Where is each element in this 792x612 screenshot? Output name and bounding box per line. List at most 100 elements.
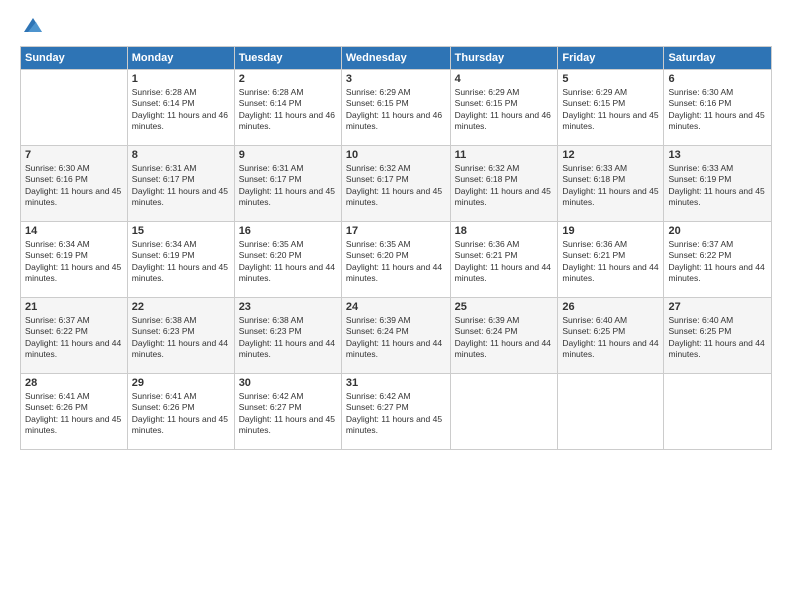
cell-info: Sunrise: 6:40 AMSunset: 6:25 PMDaylight:… <box>562 315 659 361</box>
cell-date: 5 <box>562 73 659 85</box>
calendar-cell: 29 Sunrise: 6:41 AMSunset: 6:26 PMDayligh… <box>127 374 234 450</box>
cell-date: 21 <box>25 301 123 313</box>
cell-date: 13 <box>668 149 767 161</box>
cell-info: Sunrise: 6:37 AMSunset: 6:22 PMDaylight:… <box>668 239 767 285</box>
cell-info: Sunrise: 6:28 AMSunset: 6:14 PMDaylight:… <box>132 87 230 133</box>
cell-info: Sunrise: 6:32 AMSunset: 6:18 PMDaylight:… <box>455 163 554 209</box>
cell-info: Sunrise: 6:28 AMSunset: 6:14 PMDaylight:… <box>239 87 337 133</box>
calendar-cell: 27 Sunrise: 6:40 AMSunset: 6:25 PMDayligh… <box>664 298 772 374</box>
cell-date: 31 <box>346 377 446 389</box>
calendar-cell: 15 Sunrise: 6:34 AMSunset: 6:19 PMDayligh… <box>127 222 234 298</box>
calendar-cell: 7 Sunrise: 6:30 AMSunset: 6:16 PMDaylight… <box>21 146 128 222</box>
week-row-1: 1 Sunrise: 6:28 AMSunset: 6:14 PMDaylight… <box>21 70 772 146</box>
cell-info: Sunrise: 6:29 AMSunset: 6:15 PMDaylight:… <box>455 87 554 133</box>
cell-info: Sunrise: 6:35 AMSunset: 6:20 PMDaylight:… <box>239 239 337 285</box>
cell-date: 17 <box>346 225 446 237</box>
header <box>20 18 772 36</box>
day-header-friday: Friday <box>558 47 664 70</box>
calendar-cell: 25Sunrise: 6:39 AMSunset: 6:24 PMDayligh… <box>450 298 558 374</box>
week-row-2: 7 Sunrise: 6:30 AMSunset: 6:16 PMDaylight… <box>21 146 772 222</box>
cell-date: 15 <box>132 225 230 237</box>
cell-date: 19 <box>562 225 659 237</box>
cell-date: 24 <box>346 301 446 313</box>
calendar-cell: 12 Sunrise: 6:33 AMSunset: 6:18 PMDayligh… <box>558 146 664 222</box>
calendar-cell: 1 Sunrise: 6:28 AMSunset: 6:14 PMDaylight… <box>127 70 234 146</box>
cell-info: Sunrise: 6:30 AMSunset: 6:16 PMDaylight:… <box>25 163 123 209</box>
cell-date: 16 <box>239 225 337 237</box>
cell-date: 6 <box>668 73 767 85</box>
cell-info: Sunrise: 6:42 AMSunset: 6:27 PMDaylight:… <box>239 391 337 437</box>
cell-info: Sunrise: 6:37 AMSunset: 6:22 PMDaylight:… <box>25 315 123 361</box>
cell-date: 10 <box>346 149 446 161</box>
cell-date: 9 <box>239 149 337 161</box>
calendar-cell <box>664 374 772 450</box>
cell-date: 11 <box>455 149 554 161</box>
cell-info: Sunrise: 6:41 AMSunset: 6:26 PMDaylight:… <box>132 391 230 437</box>
calendar-cell: 18 Sunrise: 6:36 AMSunset: 6:21 PMDayligh… <box>450 222 558 298</box>
cell-info: Sunrise: 6:30 AMSunset: 6:16 PMDaylight:… <box>668 87 767 133</box>
week-row-5: 28Sunrise: 6:41 AMSunset: 6:26 PMDayligh… <box>21 374 772 450</box>
calendar-cell: 13 Sunrise: 6:33 AMSunset: 6:19 PMDayligh… <box>664 146 772 222</box>
cell-info: Sunrise: 6:40 AMSunset: 6:25 PMDaylight:… <box>668 315 767 361</box>
cell-info: Sunrise: 6:39 AMSunset: 6:24 PMDaylight:… <box>455 315 554 361</box>
calendar-cell: 22Sunrise: 6:38 AMSunset: 6:23 PMDayligh… <box>127 298 234 374</box>
cell-info: Sunrise: 6:36 AMSunset: 6:21 PMDaylight:… <box>455 239 554 285</box>
day-header-saturday: Saturday <box>664 47 772 70</box>
calendar-cell: 10 Sunrise: 6:32 AMSunset: 6:17 PMDayligh… <box>341 146 450 222</box>
cell-info: Sunrise: 6:41 AMSunset: 6:26 PMDaylight:… <box>25 391 123 437</box>
cell-date: 14 <box>25 225 123 237</box>
cell-info: Sunrise: 6:38 AMSunset: 6:23 PMDaylight:… <box>239 315 337 361</box>
logo <box>20 18 44 36</box>
cell-info: Sunrise: 6:42 AMSunset: 6:27 PMDaylight:… <box>346 391 446 437</box>
calendar-cell: 4 Sunrise: 6:29 AMSunset: 6:15 PMDaylight… <box>450 70 558 146</box>
calendar-cell: 26 Sunrise: 6:40 AMSunset: 6:25 PMDayligh… <box>558 298 664 374</box>
cell-info: Sunrise: 6:33 AMSunset: 6:19 PMDaylight:… <box>668 163 767 209</box>
calendar-cell: 11 Sunrise: 6:32 AMSunset: 6:18 PMDayligh… <box>450 146 558 222</box>
logo-icon <box>22 14 44 36</box>
calendar-cell: 14 Sunrise: 6:34 AMSunset: 6:19 PMDayligh… <box>21 222 128 298</box>
cell-date: 4 <box>455 73 554 85</box>
cell-date: 29 <box>132 377 230 389</box>
calendar-cell: 17 Sunrise: 6:35 AMSunset: 6:20 PMDayligh… <box>341 222 450 298</box>
day-header-thursday: Thursday <box>450 47 558 70</box>
cell-info: Sunrise: 6:35 AMSunset: 6:20 PMDaylight:… <box>346 239 446 285</box>
cell-info: Sunrise: 6:34 AMSunset: 6:19 PMDaylight:… <box>132 239 230 285</box>
cell-date: 12 <box>562 149 659 161</box>
cell-info: Sunrise: 6:29 AMSunset: 6:15 PMDaylight:… <box>346 87 446 133</box>
cell-date: 8 <box>132 149 230 161</box>
cell-date: 20 <box>668 225 767 237</box>
cell-info: Sunrise: 6:33 AMSunset: 6:18 PMDaylight:… <box>562 163 659 209</box>
calendar-cell: 28Sunrise: 6:41 AMSunset: 6:26 PMDayligh… <box>21 374 128 450</box>
cell-date: 26 <box>562 301 659 313</box>
week-row-4: 21 Sunrise: 6:37 AMSunset: 6:22 PMDayligh… <box>21 298 772 374</box>
calendar-cell: 9 Sunrise: 6:31 AMSunset: 6:17 PMDaylight… <box>234 146 341 222</box>
cell-date: 7 <box>25 149 123 161</box>
cell-date: 27 <box>668 301 767 313</box>
cell-info: Sunrise: 6:36 AMSunset: 6:21 PMDaylight:… <box>562 239 659 285</box>
cell-info: Sunrise: 6:29 AMSunset: 6:15 PMDaylight:… <box>562 87 659 133</box>
cell-info: Sunrise: 6:32 AMSunset: 6:17 PMDaylight:… <box>346 163 446 209</box>
calendar-cell <box>450 374 558 450</box>
calendar-cell: 20 Sunrise: 6:37 AMSunset: 6:22 PMDayligh… <box>664 222 772 298</box>
calendar-cell: 31 Sunrise: 6:42 AMSunset: 6:27 PMDayligh… <box>341 374 450 450</box>
cell-date: 3 <box>346 73 446 85</box>
calendar-cell: 2 Sunrise: 6:28 AMSunset: 6:14 PMDaylight… <box>234 70 341 146</box>
calendar-table: SundayMondayTuesdayWednesdayThursdayFrid… <box>20 46 772 450</box>
day-header-wednesday: Wednesday <box>341 47 450 70</box>
calendar-cell: 3 Sunrise: 6:29 AMSunset: 6:15 PMDaylight… <box>341 70 450 146</box>
cell-date: 2 <box>239 73 337 85</box>
cell-date: 22 <box>132 301 230 313</box>
cell-date: 30 <box>239 377 337 389</box>
calendar-cell <box>21 70 128 146</box>
cell-date: 1 <box>132 73 230 85</box>
calendar-cell: 30 Sunrise: 6:42 AMSunset: 6:27 PMDayligh… <box>234 374 341 450</box>
cell-info: Sunrise: 6:39 AMSunset: 6:24 PMDaylight:… <box>346 315 446 361</box>
calendar-cell <box>558 374 664 450</box>
day-header-tuesday: Tuesday <box>234 47 341 70</box>
week-row-3: 14 Sunrise: 6:34 AMSunset: 6:19 PMDayligh… <box>21 222 772 298</box>
cell-date: 18 <box>455 225 554 237</box>
cell-info: Sunrise: 6:31 AMSunset: 6:17 PMDaylight:… <box>239 163 337 209</box>
calendar-cell: 8 Sunrise: 6:31 AMSunset: 6:17 PMDaylight… <box>127 146 234 222</box>
cell-info: Sunrise: 6:34 AMSunset: 6:19 PMDaylight:… <box>25 239 123 285</box>
cell-info: Sunrise: 6:31 AMSunset: 6:17 PMDaylight:… <box>132 163 230 209</box>
